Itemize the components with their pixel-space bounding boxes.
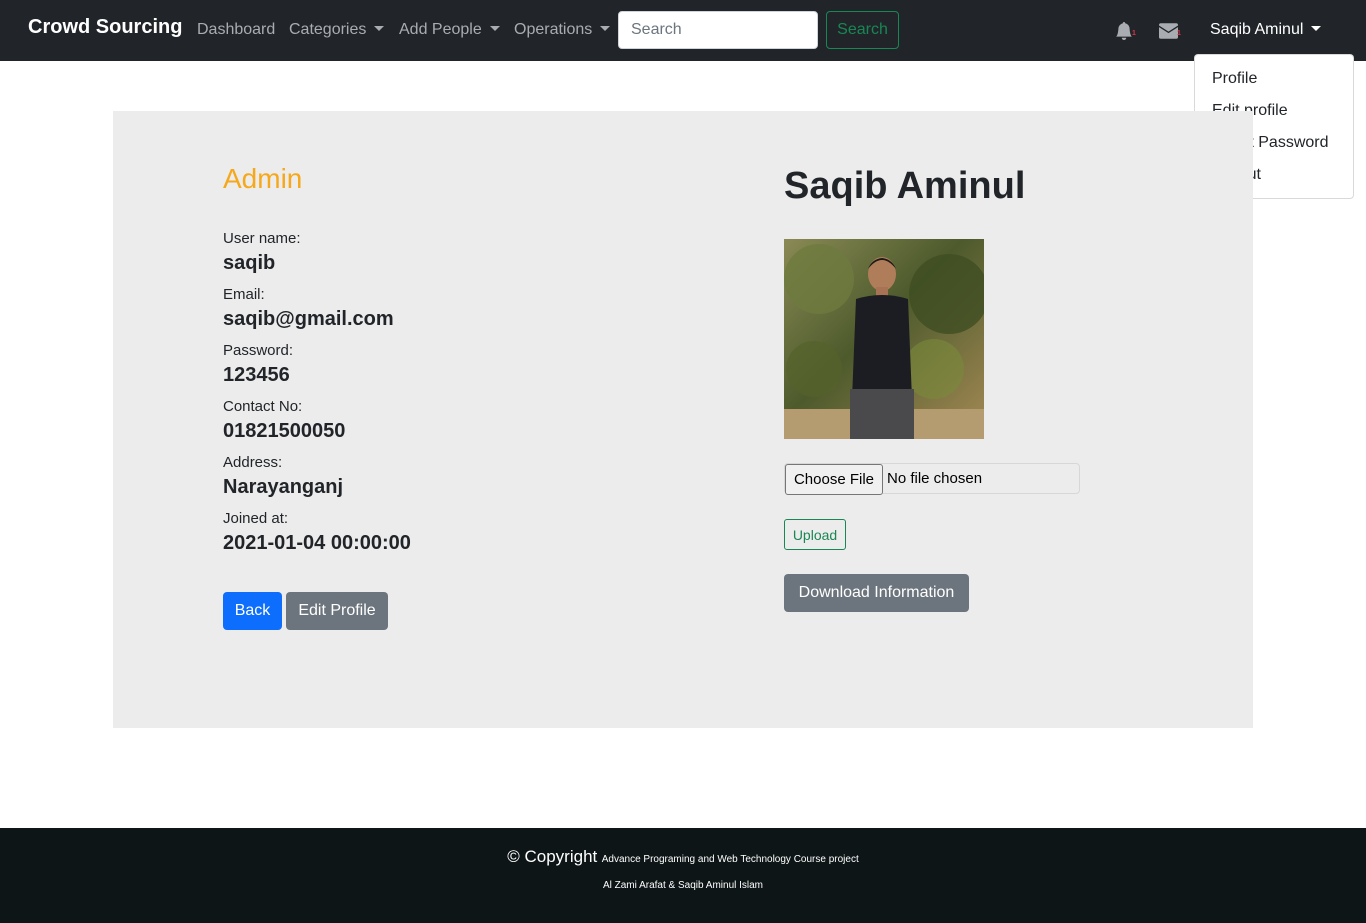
profile-photo	[784, 239, 984, 439]
password-label: Password:	[223, 342, 294, 359]
search-button[interactable]: Search	[826, 11, 899, 49]
joined-label: Joined at:	[223, 510, 289, 527]
address-value: Narayanganj	[223, 476, 344, 498]
back-button[interactable]: Back	[223, 592, 282, 630]
nav-add-people-label: Add People	[399, 21, 482, 38]
menu-item-profile[interactable]: Profile	[1212, 70, 1257, 88]
footer-authors: Al Zami Arafat & Saqib Aminul Islam	[602, 880, 764, 891]
footer: © Copyright Advance Programing and Web T…	[0, 828, 1366, 923]
profile-card: Admin User name: saqib Email: saqib@gmai…	[113, 111, 1253, 728]
nav-operations-label: Operations	[514, 21, 593, 38]
contact-label: Contact No:	[223, 398, 303, 415]
choose-file-button[interactable]: Choose File	[785, 464, 883, 495]
file-input[interactable]: Choose File No file chosen	[784, 463, 1080, 495]
email-value: saqib@gmail.com	[223, 308, 394, 330]
password-value: 123456	[223, 364, 290, 386]
chevron-down-icon	[1311, 26, 1322, 31]
file-status: No file chosen	[887, 470, 983, 487]
upload-button[interactable]: Upload	[784, 519, 846, 550]
notification-count: 1	[1132, 30, 1136, 37]
chevron-down-icon	[600, 26, 611, 31]
edit-profile-button[interactable]: Edit Profile	[286, 592, 388, 630]
username-label: User name:	[223, 230, 301, 247]
contact-value: 01821500050	[223, 420, 346, 442]
nav-operations-dropdown[interactable]: Operations	[514, 21, 611, 39]
bell-icon-glyph	[1116, 21, 1132, 40]
search-input[interactable]	[618, 11, 818, 49]
email-label: Email:	[223, 286, 265, 303]
message-count: 1	[1177, 30, 1181, 37]
bell-icon[interactable]: 1	[1115, 21, 1137, 40]
joined-value: 2021-01-04 00:00:00	[223, 532, 411, 554]
navbar: Crowd Sourcing Dashboard Categories Add …	[0, 0, 1366, 61]
nav-dashboard[interactable]: Dashboard	[197, 21, 275, 39]
address-label: Address:	[223, 454, 283, 471]
user-name-label: Saqib Aminul	[1210, 21, 1304, 38]
footer-copyright: © Copyright	[507, 847, 598, 866]
profile-photo-image	[784, 239, 984, 439]
profile-name: Saqib Aminul	[784, 165, 1026, 207]
nav-categories-label: Categories	[289, 21, 367, 38]
footer-copyright-line: © Copyright Advance Programing and Web T…	[0, 847, 1366, 867]
envelope-icon-glyph	[1159, 23, 1178, 39]
nav-categories-dropdown[interactable]: Categories	[289, 21, 385, 39]
nav-add-people-dropdown[interactable]: Add People	[399, 21, 500, 39]
user-menu-toggle[interactable]: Saqib Aminul	[1210, 21, 1322, 39]
chevron-down-icon	[489, 26, 500, 31]
brand-logo[interactable]: Crowd Sourcing	[28, 16, 182, 39]
download-information-button[interactable]: Download Information	[784, 574, 969, 612]
envelope-icon[interactable]: 1	[1159, 22, 1181, 40]
role-heading: Admin	[223, 163, 303, 194]
chevron-down-icon	[374, 26, 385, 31]
username-value: saqib	[223, 252, 276, 274]
footer-project: Advance Programing and Web Technology Co…	[601, 854, 859, 865]
